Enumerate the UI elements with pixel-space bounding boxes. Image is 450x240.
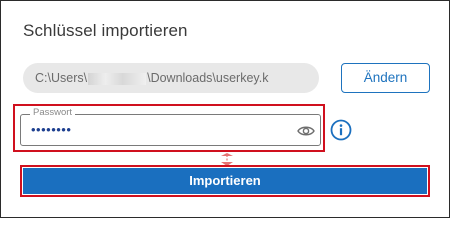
password-value: •••••••• <box>31 122 72 137</box>
change-file-button[interactable]: Ändern <box>341 63 430 93</box>
redacted-username <box>88 72 147 85</box>
eye-icon[interactable] <box>297 124 315 138</box>
import-button[interactable]: Importieren <box>23 168 427 194</box>
file-path-suffix: \Downloads\userkey.k <box>147 71 269 85</box>
password-label: Passwort <box>30 107 76 118</box>
info-icon[interactable] <box>330 119 352 141</box>
dialog-title: Schlüssel importieren <box>23 21 188 40</box>
file-path-prefix: C:\Users\ <box>35 71 88 85</box>
file-path-field: C:\Users\ \Downloads\userkey.k <box>23 63 319 93</box>
